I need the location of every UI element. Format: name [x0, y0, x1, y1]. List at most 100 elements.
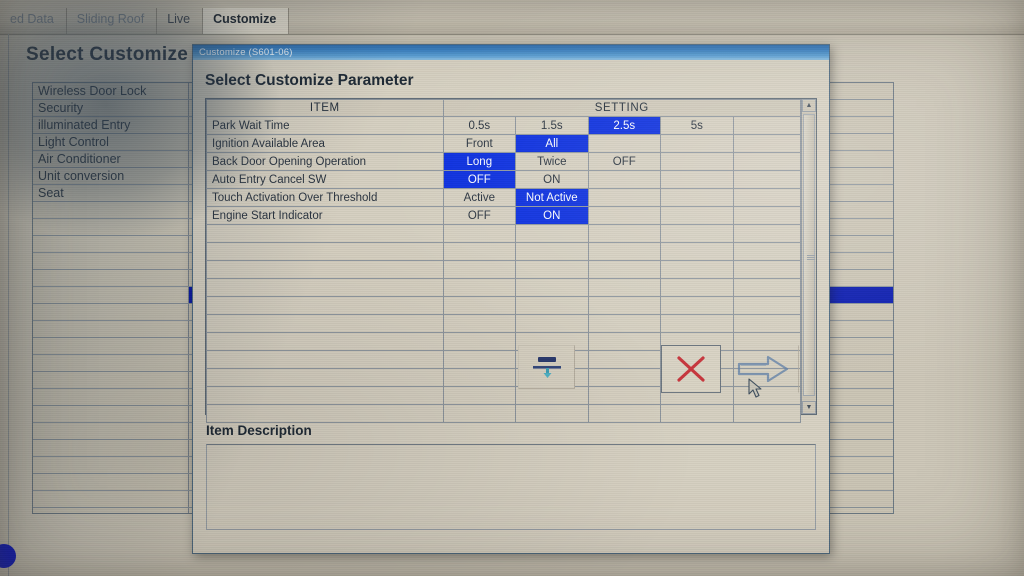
- list-item-label: Unit conversion: [38, 169, 125, 183]
- table-row[interactable]: Park Wait Time 0.5s 1.5s 2.5s 5s: [206, 116, 802, 135]
- setting-option[interactable]: 1.5s: [515, 116, 589, 135]
- table-cell-empty: [442, 350, 517, 369]
- table-cell-empty: [732, 314, 802, 333]
- table-cell-empty: [442, 332, 517, 351]
- window-left-edge: [8, 34, 9, 576]
- table-cell-empty: [660, 278, 734, 297]
- table-cell-empty: [442, 224, 517, 243]
- scroll-up-arrow-icon[interactable]: ▲: [802, 99, 816, 112]
- setting-option-empty: [587, 134, 662, 153]
- table-row-empty: [206, 296, 802, 315]
- table-cell-empty: [206, 260, 444, 279]
- parameter-item-name: Back Door Opening Operation: [206, 152, 444, 171]
- table-cell-empty: [206, 314, 444, 333]
- dialog-heading: Select Customize Parameter: [205, 72, 414, 89]
- setting-option[interactable]: Front: [442, 134, 517, 153]
- table-row[interactable]: Engine Start Indicator OFF ON: [206, 206, 802, 225]
- table-row-empty: [206, 242, 802, 261]
- table-cell-empty: [515, 260, 589, 279]
- tab-sliding-roof[interactable]: Sliding Roof: [67, 8, 158, 34]
- setting-option[interactable]: OFF: [442, 206, 517, 225]
- table-cell-empty: [587, 242, 662, 261]
- scrollbar-grip-icon: [807, 255, 815, 260]
- setting-option-empty: [660, 170, 734, 189]
- tab-customize[interactable]: Customize: [203, 8, 290, 34]
- list-item-label: Light Control: [38, 135, 109, 149]
- setting-option[interactable]: ON: [515, 170, 589, 189]
- column-header-item: ITEM: [206, 99, 444, 117]
- item-description-box: [206, 444, 816, 530]
- table-row-empty: [206, 224, 802, 243]
- table-cell-empty: [515, 404, 589, 423]
- list-item-label: illuminated Entry: [38, 118, 131, 132]
- setting-option-selected[interactable]: OFF: [442, 170, 517, 189]
- table-cell-empty: [587, 224, 662, 243]
- cancel-button[interactable]: [661, 345, 721, 393]
- table-row[interactable]: Touch Activation Over Threshold Active Not…: [206, 188, 802, 207]
- table-cell-empty: [442, 260, 517, 279]
- table-cell-empty: [515, 242, 589, 261]
- setting-option-selected[interactable]: Long: [442, 152, 517, 171]
- table-cell-empty: [587, 350, 662, 369]
- table-cell-empty: [660, 224, 734, 243]
- setting-option-empty: [660, 206, 734, 225]
- table-cell-empty: [515, 296, 589, 315]
- next-button[interactable]: [727, 345, 799, 393]
- setting-option[interactable]: 0.5s: [442, 116, 517, 135]
- save-button[interactable]: [518, 345, 575, 389]
- setting-option-selected[interactable]: All: [515, 134, 589, 153]
- setting-option[interactable]: Twice: [515, 152, 589, 171]
- setting-option[interactable]: Active: [442, 188, 517, 207]
- table-cell-empty: [732, 260, 802, 279]
- setting-option-empty: [732, 134, 802, 153]
- table-row[interactable]: Auto Entry Cancel SW OFF ON: [206, 170, 802, 189]
- dialog-title-bar[interactable]: Customize (S601-06): [193, 45, 829, 60]
- setting-option-empty: [732, 188, 802, 207]
- table-cell-empty: [206, 278, 444, 297]
- item-description-text: [207, 445, 815, 453]
- setting-option-selected[interactable]: Not Active: [515, 188, 589, 207]
- right-arrow-icon: [737, 355, 789, 383]
- table-cell-empty: [660, 314, 734, 333]
- table-cell-empty: [442, 368, 517, 387]
- table-cell-empty: [660, 260, 734, 279]
- setting-option-empty: [587, 206, 662, 225]
- tab-live[interactable]: Live: [157, 8, 204, 34]
- setting-option[interactable]: 5s: [660, 116, 734, 135]
- setting-option-empty: [732, 152, 802, 171]
- parameter-table-container: ITEM SETTING Park Wait Time 0.5s 1.5s 2.5s 5…: [205, 98, 817, 423]
- scrollbar-thumb[interactable]: [803, 114, 815, 396]
- tab-logged-data[interactable]: ed Data: [0, 8, 67, 34]
- tab-label: ed Data: [10, 12, 54, 26]
- list-item-label: Air Conditioner: [38, 152, 121, 166]
- dialog-title-text: Customize (S601-06): [199, 47, 293, 58]
- parameter-item-name: Engine Start Indicator: [206, 206, 444, 225]
- table-row[interactable]: Ignition Available Area Front All: [206, 134, 802, 153]
- table-cell-empty: [587, 386, 662, 405]
- parameter-table-scrollbar[interactable]: ▲ ▼: [801, 99, 816, 414]
- parameter-table-header-row: ITEM SETTING: [206, 99, 802, 117]
- table-row[interactable]: Back Door Opening Operation Long Twice OFF: [206, 152, 802, 171]
- table-cell-empty: [587, 296, 662, 315]
- table-cell-empty: [442, 404, 517, 423]
- table-cell-empty: [442, 278, 517, 297]
- setting-option-empty: [587, 170, 662, 189]
- table-cell-empty: [206, 224, 444, 243]
- parameter-item-name: Ignition Available Area: [206, 134, 444, 153]
- setting-option[interactable]: OFF: [587, 152, 662, 171]
- table-row-empty: [206, 314, 802, 333]
- table-cell-empty: [732, 278, 802, 297]
- page-title: Select Customize F: [26, 44, 206, 65]
- parameter-item-name: Park Wait Time: [206, 116, 444, 135]
- table-cell-empty: [206, 242, 444, 261]
- scroll-down-arrow-icon[interactable]: ▼: [802, 401, 816, 414]
- column-header-setting: SETTING: [442, 99, 802, 117]
- table-cell-empty: [587, 278, 662, 297]
- setting-option-selected[interactable]: ON: [515, 206, 589, 225]
- setting-option-selected[interactable]: 2.5s: [587, 116, 662, 135]
- list-item-label: Seat: [38, 186, 64, 200]
- table-cell-empty: [587, 404, 662, 423]
- tab-label: Customize: [213, 12, 277, 26]
- table-cell-empty: [515, 386, 589, 405]
- table-cell-empty: [587, 368, 662, 387]
